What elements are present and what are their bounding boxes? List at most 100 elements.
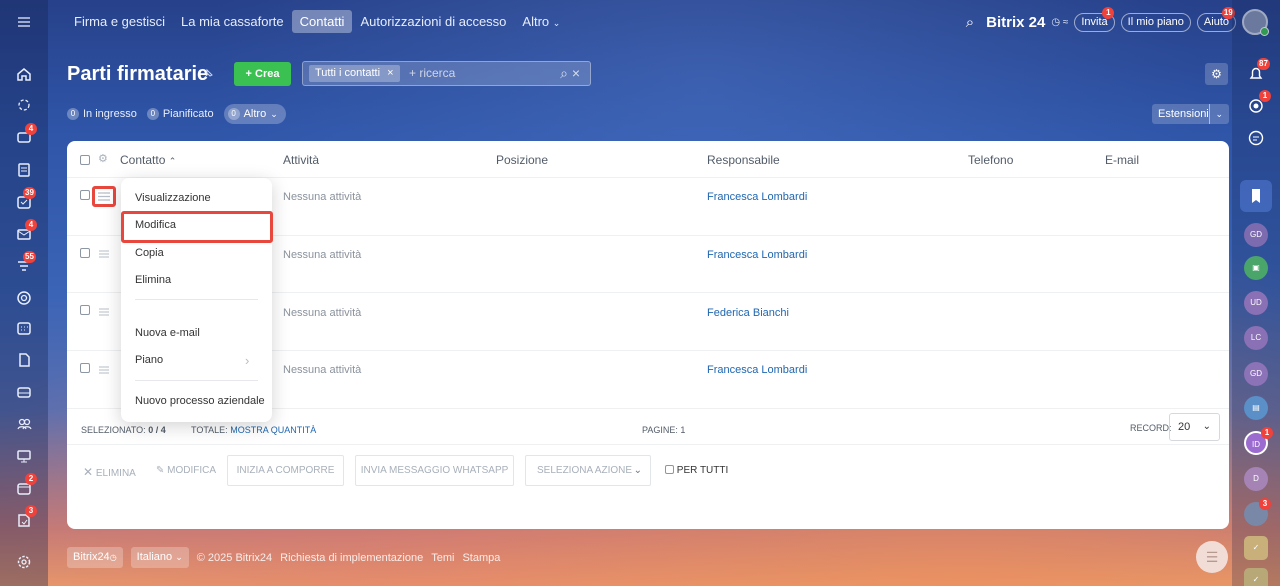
tasks-icon[interactable]: 39 (14, 187, 36, 212)
column-header-email[interactable]: E-mail (1105, 153, 1139, 167)
documents-icon[interactable] (14, 160, 34, 180)
messenger-icon[interactable] (1244, 126, 1268, 150)
mail-icon[interactable]: 4 (14, 219, 37, 244)
extensions-button[interactable]: Estensioni ⌄ (1152, 104, 1229, 124)
column-header-phone[interactable]: Telefono (968, 153, 1013, 167)
nav-item-more[interactable]: Altro ⌄ (514, 10, 568, 33)
file-icon[interactable] (14, 350, 34, 370)
avatar-id[interactable]: ID 1 (1244, 427, 1273, 455)
close-icon[interactable]: × (387, 67, 393, 79)
search-icon[interactable]: ⌕ (966, 14, 974, 31)
notifications-bell-icon[interactable]: 87 (1244, 58, 1270, 86)
select-all-checkbox[interactable] (80, 155, 90, 165)
top-right-bar: ⌕ Bitrix 24 ◷ ≈ Invita 1 Il mio piano Ai… (966, 6, 1269, 36)
column-header-responsible[interactable]: Responsabile (707, 153, 780, 167)
row-responsible[interactable]: Francesca Lombardi (707, 191, 807, 203)
menu-icon[interactable] (14, 12, 34, 32)
row-responsible[interactable]: Federica Bianchi (707, 307, 789, 319)
column-header-position[interactable]: Posizione (496, 153, 548, 167)
bitrix-brand-pill[interactable]: Bitrix24◷ (67, 547, 123, 568)
row-checkbox[interactable] (80, 248, 90, 258)
sort-asc-icon: ⌃ (168, 156, 177, 166)
counter-more[interactable]: 0 Altro ⌄ (223, 104, 286, 124)
calendar-icon[interactable] (14, 318, 34, 338)
footer-link-implementation[interactable]: Richiesta di implementazione (280, 552, 423, 564)
bookmark-icon[interactable] (1240, 180, 1272, 212)
settings-gear-icon[interactable] (14, 552, 34, 572)
filter-icon[interactable]: 55 (14, 251, 36, 276)
copilot-icon[interactable]: 1 (1244, 90, 1271, 118)
grid-settings-button[interactable]: ⚙ (1205, 63, 1228, 85)
row-checkbox[interactable] (80, 363, 90, 373)
start-composing-button[interactable]: INIZIA A COMPORRE (227, 455, 344, 486)
clear-icon[interactable]: × (572, 65, 580, 81)
nav-item-permissions[interactable]: Autorizzazioni di accesso (352, 10, 514, 33)
my-plan-button[interactable]: Il mio piano (1120, 12, 1191, 32)
group-chat-avatar[interactable]: ▤ (1244, 396, 1268, 420)
row-actions-icon[interactable] (98, 306, 110, 316)
nav-item-safe[interactable]: La mia cassaforte (173, 10, 292, 33)
select-action-dropdown[interactable]: SELEZIONA AZIONE ⌄ (525, 455, 651, 486)
column-settings-gear-icon[interactable]: ⚙ (98, 152, 108, 165)
avatar-ud[interactable]: UD (1244, 291, 1268, 315)
nav-item-sign[interactable]: Firma e gestisci (66, 10, 173, 33)
chat-icon[interactable]: 4 (14, 123, 37, 148)
invite-button[interactable]: Invita 1 (1074, 6, 1115, 32)
footer-link-themes[interactable]: Temi (431, 552, 454, 564)
records-per-page-select[interactable]: 20 ⌄ (1169, 413, 1220, 441)
home-icon[interactable] (14, 64, 34, 84)
calendar2-icon[interactable]: 2 (14, 473, 37, 498)
counter-label: Altro (243, 108, 267, 120)
task-icon-2[interactable]: ✓ (1244, 568, 1268, 586)
help-button[interactable]: Aiuto 19 (1196, 6, 1236, 32)
edit-action[interactable]: ✎ MODIFICA (156, 465, 216, 476)
row-checkbox[interactable] (80, 190, 90, 200)
menu-item-copy[interactable]: Copia (135, 247, 164, 259)
search-input[interactable]: Tutti i contatti × + ricerca ⌕ × (302, 61, 591, 86)
create-button[interactable]: + Crea (234, 62, 291, 86)
chat-group-avatar[interactable]: ▣ (1244, 256, 1268, 280)
menu-item-new-email[interactable]: Nuova e-mail (135, 327, 200, 339)
counter-count: 0 (227, 108, 240, 120)
presentation-icon[interactable] (14, 446, 34, 466)
search-icon[interactable]: ⌕ (560, 65, 568, 81)
row-responsible[interactable]: Francesca Lombardi (707, 364, 807, 376)
row-actions-icon[interactable] (98, 364, 110, 374)
quick-menu-button[interactable]: ☰ (1196, 541, 1228, 573)
counter-planned[interactable]: 0 Pianificato (146, 108, 214, 120)
menu-item-new-business-process[interactable]: Nuovo processo aziendale (135, 395, 265, 407)
filters-badge: 55 (23, 251, 36, 263)
avatar-gd[interactable]: GD (1244, 223, 1268, 247)
target-icon[interactable] (14, 288, 34, 308)
for-all-checkbox-label[interactable]: PER TUTTI (665, 465, 728, 476)
brand-logo: Bitrix 24 (986, 13, 1046, 31)
footer-link-print[interactable]: Stampa (462, 552, 500, 564)
for-all-checkbox[interactable] (665, 465, 674, 474)
menu-item-view[interactable]: Visualizzazione (135, 192, 211, 204)
menu-item-plan[interactable]: Piano (135, 354, 163, 366)
task-icon[interactable]: ✓ (1244, 536, 1268, 560)
inbox-icon[interactable] (14, 382, 34, 402)
apps-icon[interactable]: 3 (14, 505, 37, 530)
menu-item-delete[interactable]: Elimina (135, 274, 171, 286)
column-header-activity[interactable]: Attività (283, 153, 319, 167)
whatsapp-button[interactable]: INVIA MESSAGGIO WHATSAPP (355, 455, 514, 486)
column-header-contact[interactable]: Contatto ⌃ (120, 153, 176, 167)
counter-incoming[interactable]: 0 In ingresso (67, 108, 137, 120)
users-icon[interactable] (14, 414, 34, 434)
nav-item-contacts[interactable]: Contatti (291, 10, 353, 33)
feed-icon[interactable] (14, 95, 34, 115)
user-photo-avatar[interactable]: 3 (1244, 498, 1271, 526)
avatar-lc[interactable]: LC (1244, 326, 1268, 350)
avatar-d[interactable]: D (1244, 467, 1268, 491)
delete-action[interactable]: ✕ ELIMINA (83, 465, 136, 479)
pin-icon[interactable] (202, 68, 214, 80)
row-checkbox[interactable] (80, 305, 90, 315)
show-count-link[interactable]: MOSTRA QUANTITÀ (230, 425, 316, 435)
avatar-gd-2[interactable]: GD (1244, 362, 1268, 386)
row-actions-icon-highlighted[interactable] (92, 186, 116, 207)
row-responsible[interactable]: Francesca Lombardi (707, 249, 807, 261)
row-actions-icon[interactable] (98, 248, 110, 258)
filter-chip[interactable]: Tutti i contatti × (309, 65, 400, 82)
language-select[interactable]: Italiano ⌄ (130, 547, 189, 568)
